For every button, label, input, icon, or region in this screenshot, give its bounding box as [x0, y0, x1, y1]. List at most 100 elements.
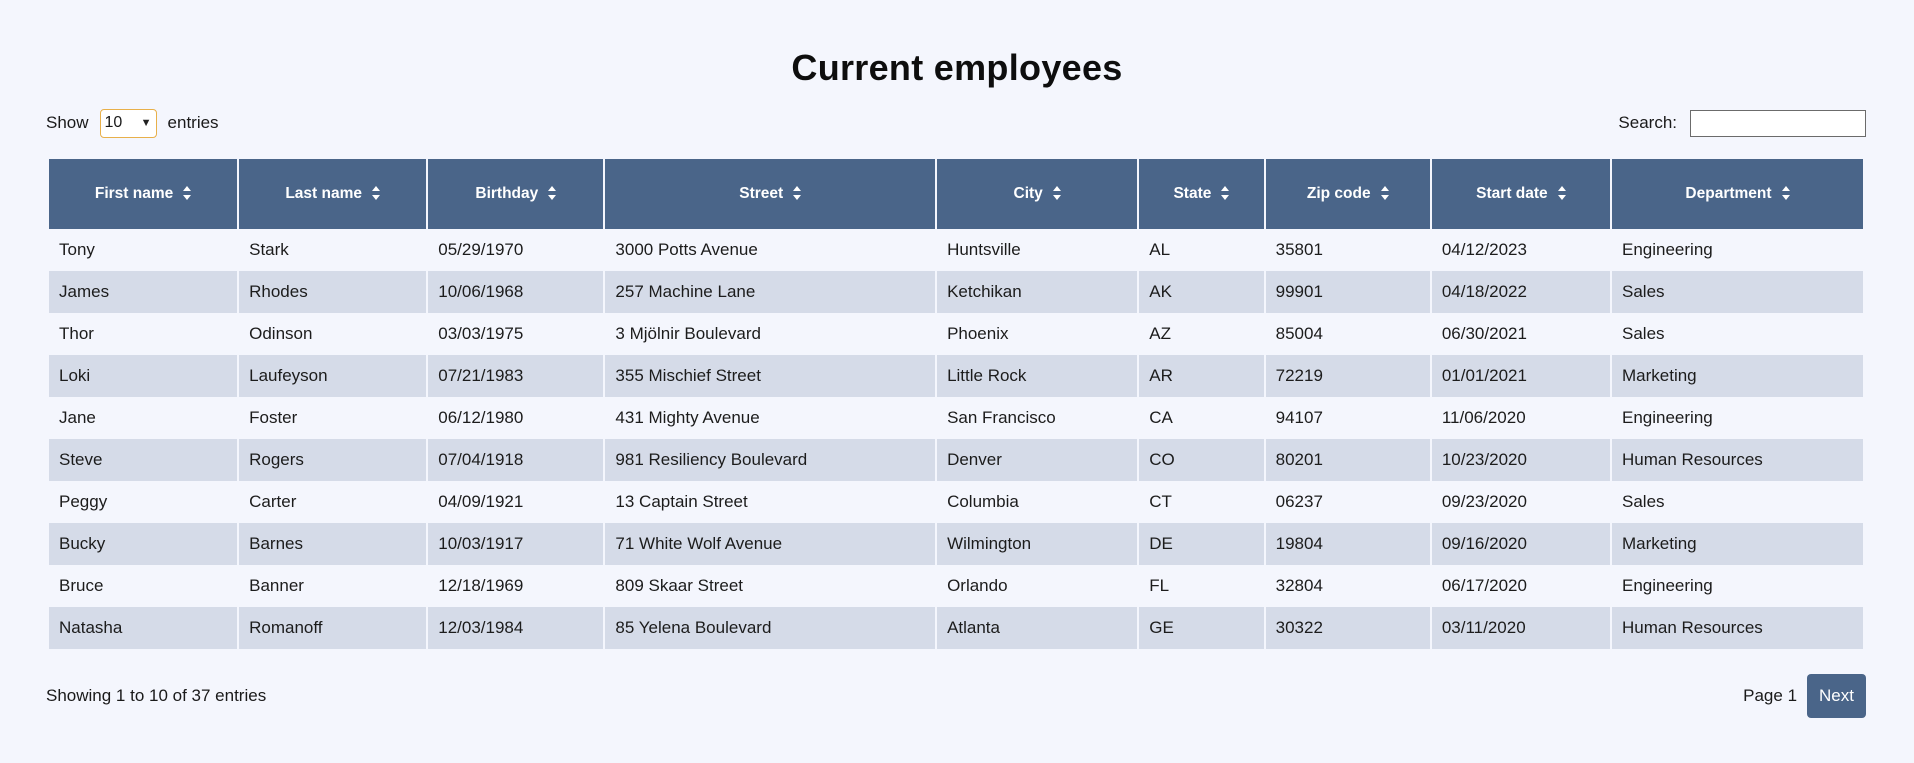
search-input[interactable] [1690, 109, 1866, 137]
cell-city: Atlanta [937, 607, 1138, 649]
cell-birthday: 10/06/1968 [428, 271, 604, 313]
column-header-last-name[interactable]: Last name [239, 159, 427, 229]
sort-icon [1221, 185, 1230, 200]
cell-state: DE [1139, 523, 1264, 565]
table-row: Loki Laufeyson 07/21/1983 355 Mischief Stre… [49, 355, 1863, 397]
cell-department: Engineering [1612, 397, 1863, 439]
cell-first-name: Loki [49, 355, 238, 397]
cell-last-name: Carter [239, 481, 427, 523]
cell-start-date: 01/01/2021 [1431, 355, 1610, 397]
pagination: Page 1 Next [1743, 674, 1866, 718]
cell-city: Wilmington [937, 523, 1138, 565]
table-row: Bruce Banner 12/18/1969 809 Skaar Street Orl… [49, 565, 1863, 607]
cell-first-name: Natasha [49, 607, 238, 649]
column-header-label: Zip code [1306, 185, 1371, 202]
cell-zip-code: 06237 [1265, 481, 1430, 523]
cell-department: Sales [1612, 313, 1863, 355]
column-header-label: City [1013, 185, 1043, 202]
cell-state: AK [1139, 271, 1264, 313]
cell-last-name: Stark [239, 229, 427, 271]
cell-last-name: Barnes [239, 523, 427, 565]
column-header-street[interactable]: Street [605, 159, 936, 229]
table-controls: Show 10 ▼ entries Search: [46, 108, 1866, 138]
cell-start-date: 03/11/2020 [1431, 607, 1610, 649]
cell-city: Columbia [937, 481, 1138, 523]
column-header-department[interactable]: Department [1612, 159, 1863, 229]
cell-street: 355 Mischief Street [605, 355, 936, 397]
cell-last-name: Odinson [239, 313, 427, 355]
cell-department: Engineering [1612, 565, 1863, 607]
column-header-state[interactable]: State [1139, 159, 1264, 229]
cell-state: AL [1139, 229, 1264, 271]
column-header-label: Start date [1476, 185, 1548, 202]
sort-icon [1557, 185, 1566, 200]
search-label: Search: [1618, 113, 1677, 132]
employees-table: First name Last name Birthday Street Cit… [47, 159, 1865, 649]
cell-zip-code: 32804 [1265, 565, 1430, 607]
cell-start-date: 06/17/2020 [1431, 565, 1610, 607]
column-header-label: Last name [285, 185, 363, 202]
column-header-zip-code[interactable]: Zip code [1265, 159, 1430, 229]
entries-select-value: 10 [104, 114, 123, 131]
cell-street: 431 Mighty Avenue [605, 397, 936, 439]
column-header-label: Birthday [475, 185, 539, 202]
cell-first-name: Jane [49, 397, 238, 439]
table-header-row: First name Last name Birthday Street Cit… [49, 159, 1863, 229]
search-control: Search: [1618, 108, 1866, 138]
cell-state: CO [1139, 439, 1264, 481]
cell-birthday: 10/03/1917 [428, 523, 604, 565]
column-header-start-date[interactable]: Start date [1431, 159, 1610, 229]
table-row: Thor Odinson 03/03/1975 3 Mjölnir Boulevard… [49, 313, 1863, 355]
column-header-city[interactable]: City [937, 159, 1138, 229]
cell-department: Sales [1612, 271, 1863, 313]
sort-icon [183, 185, 192, 200]
cell-last-name: Foster [239, 397, 427, 439]
next-page-button[interactable]: Next [1807, 674, 1866, 718]
entries-select[interactable]: 10 ▼ [99, 108, 157, 138]
table-body: Tony Stark 05/29/1970 3000 Potts Avenue Hunt… [49, 229, 1863, 649]
cell-street: 13 Captain Street [605, 481, 936, 523]
chevron-down-icon: ▼ [140, 117, 152, 129]
cell-first-name: Tony [49, 229, 238, 271]
cell-last-name: Rhodes [239, 271, 427, 313]
cell-state: AZ [1139, 313, 1264, 355]
entries-info: Showing 1 to 10 of 37 entries [46, 686, 267, 705]
cell-first-name: Steve [49, 439, 238, 481]
cell-zip-code: 80201 [1265, 439, 1430, 481]
cell-city: San Francisco [937, 397, 1138, 439]
cell-birthday: 06/12/1980 [428, 397, 604, 439]
cell-department: Marketing [1612, 523, 1863, 565]
cell-start-date: 10/23/2020 [1431, 439, 1610, 481]
entries-label: entries [167, 113, 219, 132]
cell-birthday: 03/03/1975 [428, 313, 604, 355]
show-label: Show [46, 113, 89, 132]
column-header-first-name[interactable]: First name [49, 159, 238, 229]
cell-first-name: Bruce [49, 565, 238, 607]
sort-icon [1380, 185, 1389, 200]
cell-department: Human Resources [1612, 607, 1863, 649]
cell-start-date: 06/30/2021 [1431, 313, 1610, 355]
column-header-label: State [1173, 185, 1212, 202]
table-row: Steve Rogers 07/04/1918 981 Resiliency Boul… [49, 439, 1863, 481]
cell-start-date: 04/12/2023 [1431, 229, 1610, 271]
cell-street: 257 Machine Lane [605, 271, 936, 313]
cell-last-name: Rogers [239, 439, 427, 481]
table-row: Bucky Barnes 10/03/1917 71 White Wolf Avenu… [49, 523, 1863, 565]
cell-first-name: Thor [49, 313, 238, 355]
cell-start-date: 04/18/2022 [1431, 271, 1610, 313]
page-indicator: Page 1 [1743, 686, 1798, 705]
sort-icon [1781, 185, 1790, 200]
table-footer: Showing 1 to 10 of 37 entries Page 1 Nex… [46, 674, 1866, 718]
cell-state: AR [1139, 355, 1264, 397]
cell-birthday: 07/04/1918 [428, 439, 604, 481]
column-header-label: First name [94, 185, 174, 202]
cell-city: Little Rock [937, 355, 1138, 397]
cell-department: Engineering [1612, 229, 1863, 271]
column-header-birthday[interactable]: Birthday [428, 159, 604, 229]
cell-state: CA [1139, 397, 1264, 439]
cell-city: Ketchikan [937, 271, 1138, 313]
cell-department: Human Resources [1612, 439, 1863, 481]
cell-start-date: 11/06/2020 [1431, 397, 1610, 439]
cell-zip-code: 72219 [1265, 355, 1430, 397]
cell-zip-code: 30322 [1265, 607, 1430, 649]
